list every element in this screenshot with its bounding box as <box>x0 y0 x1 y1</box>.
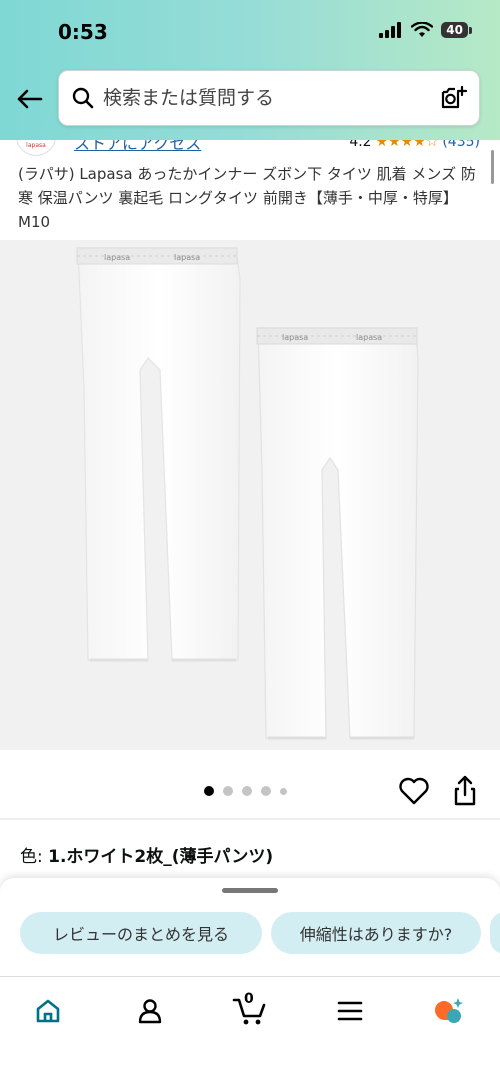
star-rating-icon: ★★★★☆ <box>375 140 439 150</box>
svg-text:lapasa: lapasa <box>104 253 130 262</box>
review-count[interactable]: (435) <box>442 140 480 150</box>
search-icon <box>72 87 94 109</box>
svg-text:lapasa: lapasa <box>174 253 200 262</box>
suggestion-chip-more[interactable] <box>490 912 500 954</box>
store-row: lapasa ストアにアクセス 4.2 ★★★★☆ (435) <box>0 140 500 160</box>
camera-icon[interactable] <box>439 85 467 111</box>
store-logo[interactable]: lapasa <box>16 140 56 156</box>
carousel-dot[interactable] <box>280 787 287 795</box>
suggestion-sheet: レビューのまとめを見る 伸縮性はありますか? <box>0 878 500 980</box>
sheet-handle[interactable] <box>222 888 278 893</box>
wishlist-button[interactable] <box>398 776 430 808</box>
bottom-nav: 0 <box>0 976 500 1080</box>
suggestion-chip-review-summary[interactable]: レビューのまとめを見る <box>20 912 262 954</box>
signal-icon <box>379 22 402 38</box>
nav-rufus[interactable] <box>428 991 468 1031</box>
status-icons: 40 <box>379 22 472 38</box>
rating-summary[interactable]: 4.2 ★★★★☆ (435) <box>349 140 480 150</box>
nav-cart[interactable]: 0 <box>230 991 270 1031</box>
search-box[interactable] <box>58 70 480 126</box>
color-selection: 色: 1.ホワイト2枚_(薄手パンツ) <box>20 842 273 867</box>
back-button[interactable] <box>12 82 46 116</box>
cart-count: 0 <box>244 991 254 1007</box>
svg-text:lapasa: lapasa <box>282 333 308 342</box>
nav-menu[interactable] <box>330 991 370 1031</box>
nav-profile[interactable] <box>130 991 170 1031</box>
home-icon <box>36 999 60 1023</box>
color-value: 1.ホワイト2枚_(薄手パンツ) <box>48 847 274 867</box>
leggings-back: lapasa lapasa <box>76 247 241 662</box>
menu-icon <box>337 1001 363 1021</box>
top-bar: 0:53 40 <box>0 0 500 140</box>
divider <box>0 818 500 820</box>
rating-value: 4.2 <box>349 140 372 150</box>
carousel-dot[interactable] <box>204 786 214 796</box>
carousel-dot[interactable] <box>242 786 252 796</box>
share-button[interactable] <box>450 774 480 808</box>
share-icon <box>454 775 476 806</box>
leggings-image: lapasa lapasa lapasa lapasa <box>76 247 419 740</box>
status-time: 0:53 <box>58 20 108 44</box>
store-link[interactable]: ストアにアクセス <box>74 140 201 154</box>
carousel-dot[interactable] <box>223 786 233 796</box>
product-title: (ラパサ) Lapasa あったかインナー ズボン下 タイツ 肌着 メンズ 防寒… <box>18 165 476 231</box>
wifi-icon <box>411 22 434 37</box>
color-label: 色: <box>20 847 43 867</box>
svg-text:lapasa: lapasa <box>356 333 382 342</box>
heart-icon <box>399 777 429 805</box>
battery-indicator: 40 <box>441 22 472 38</box>
carousel-dot[interactable] <box>261 786 271 796</box>
nav-home[interactable] <box>28 991 68 1031</box>
search-input[interactable] <box>103 87 439 109</box>
profile-icon <box>138 999 162 1024</box>
back-arrow-icon <box>17 89 43 109</box>
leggings-front: lapasa lapasa <box>256 327 419 740</box>
rufus-icon <box>434 998 463 1023</box>
suggestion-chip-stretch[interactable]: 伸縮性はありますか? <box>271 912 481 954</box>
carousel-dots[interactable] <box>204 786 287 796</box>
scroll-indicator <box>491 150 494 184</box>
product-image[interactable]: lapasa lapasa lapasa lapasa <box>0 240 500 750</box>
